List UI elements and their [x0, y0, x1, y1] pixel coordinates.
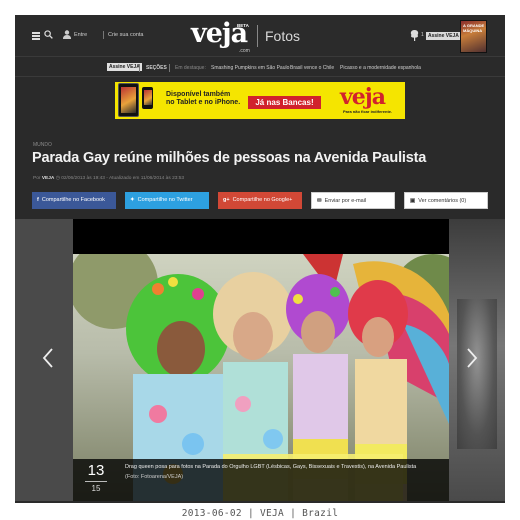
gallery-viewer: 13 15 Drag queen posa para fotos na Para… [73, 219, 449, 501]
comments-label: Ver comentários (0) [418, 198, 467, 204]
ad-tagline: Para não ficar indiferente. [343, 109, 393, 114]
share-google-button[interactable]: g+ Compartilhe no Google+ [218, 192, 302, 209]
twitter-icon: ✦ [130, 197, 135, 203]
sections-menu[interactable]: SEÇÕES [146, 65, 167, 71]
email-button[interactable]: ✉ Enviar por e-mail [311, 192, 395, 209]
share-facebook-button[interactable]: f Compartilhe no Facebook [32, 192, 116, 209]
byline-prefix: Por [33, 176, 41, 181]
caption-text: Drag queen posa para fotos na Parada do … [125, 464, 417, 470]
subscribe-button[interactable]: Assine VEJA [107, 63, 142, 71]
highlight-link[interactable]: Picasso e a modernidade espanhola [340, 65, 421, 71]
hamburger-icon[interactable] [32, 32, 40, 41]
phone-image [142, 87, 153, 109]
ad-banner[interactable]: Disponível também no Tablet e no iPhone.… [115, 82, 405, 119]
count-text: 1 [421, 32, 424, 38]
clock-icon: ◷ [55, 176, 60, 181]
login-link[interactable]: Entre [74, 32, 87, 38]
share-google-label: Compartilhe no Google+ [232, 197, 293, 203]
slide-total: 15 [91, 484, 101, 493]
subscribe-button[interactable]: Assine VEJA [426, 32, 461, 40]
signup-link[interactable]: Crie sua conta [108, 32, 143, 38]
highlight-label: Em destaque: [175, 65, 206, 71]
ad-button[interactable]: Já nas Bancas! [248, 96, 321, 109]
search-icon[interactable] [44, 30, 53, 39]
user-icon [63, 30, 71, 39]
magazine-cover-label: A GRANDE MÁQUINA [463, 23, 485, 33]
magazine-cover[interactable]: A GRANDE MÁQUINA [460, 20, 487, 53]
beta-badge: BETA [237, 23, 249, 28]
comment-icon: ▣ [410, 198, 416, 204]
divider [103, 31, 104, 39]
divider [139, 64, 140, 72]
google-plus-icon: g+ [223, 197, 230, 203]
chevron-right-icon[interactable] [466, 348, 478, 368]
byline-author[interactable]: VEJA [42, 176, 55, 181]
divider [85, 481, 107, 482]
highlight-link[interactable]: Smashing Pumpkins em São Paulo [211, 65, 289, 71]
section-kicker[interactable]: MUNDO [33, 142, 52, 148]
photo-caption: 13 15 Drag queen posa para fotos na Para… [73, 459, 449, 501]
section-title[interactable]: Fotos [265, 28, 300, 44]
byline: Por VEJA ◷ 02/06/2013 às 19:43 - Atualiz… [33, 176, 184, 181]
byline-dates: 02/06/2013 às 19:43 - Atualizado em 11/0… [61, 176, 185, 181]
footer-caption: 2013-06-02 | VEJA | Brazil [181, 508, 339, 519]
logo-domain: .com [239, 48, 250, 54]
chevron-left-icon[interactable] [42, 348, 54, 368]
tree-icon[interactable] [410, 30, 419, 41]
photo-credit: (Foto: Fotoarena/VEJA) [125, 474, 184, 480]
page-title: Parada Gay reúne milhões de pessoas na A… [32, 150, 427, 166]
share-twitter-button[interactable]: ✦ Compartilhe no Twitter [125, 192, 209, 209]
share-twitter-label: Compartilhe no Twitter [137, 197, 193, 203]
page-frame: Entre Crie sua conta veja BETA .com Foto… [15, 15, 505, 503]
divider [257, 25, 258, 47]
facebook-icon: f [37, 197, 39, 203]
slide-current: 13 [87, 462, 105, 479]
share-facebook-label: Compartilhe no Facebook [41, 197, 105, 203]
envelope-icon: ✉ [317, 198, 322, 204]
ad-logo: veja [340, 84, 386, 110]
comments-button[interactable]: ▣ Ver comentários (0) [404, 192, 488, 209]
sub-navigation: Assine VEJA SEÇÕES Em destaque: Smashing… [15, 59, 505, 77]
highlight-link[interactable]: Brasil vence o Chile [290, 65, 334, 71]
email-label: Enviar por e-mail [324, 198, 367, 204]
ad-text: no Tablet e no iPhone. [166, 99, 241, 106]
top-header: Entre Crie sua conta veja BETA .com Foto… [15, 15, 505, 57]
tablet-image [118, 83, 139, 117]
divider [169, 64, 170, 72]
ad-text: Disponível também [166, 91, 231, 98]
